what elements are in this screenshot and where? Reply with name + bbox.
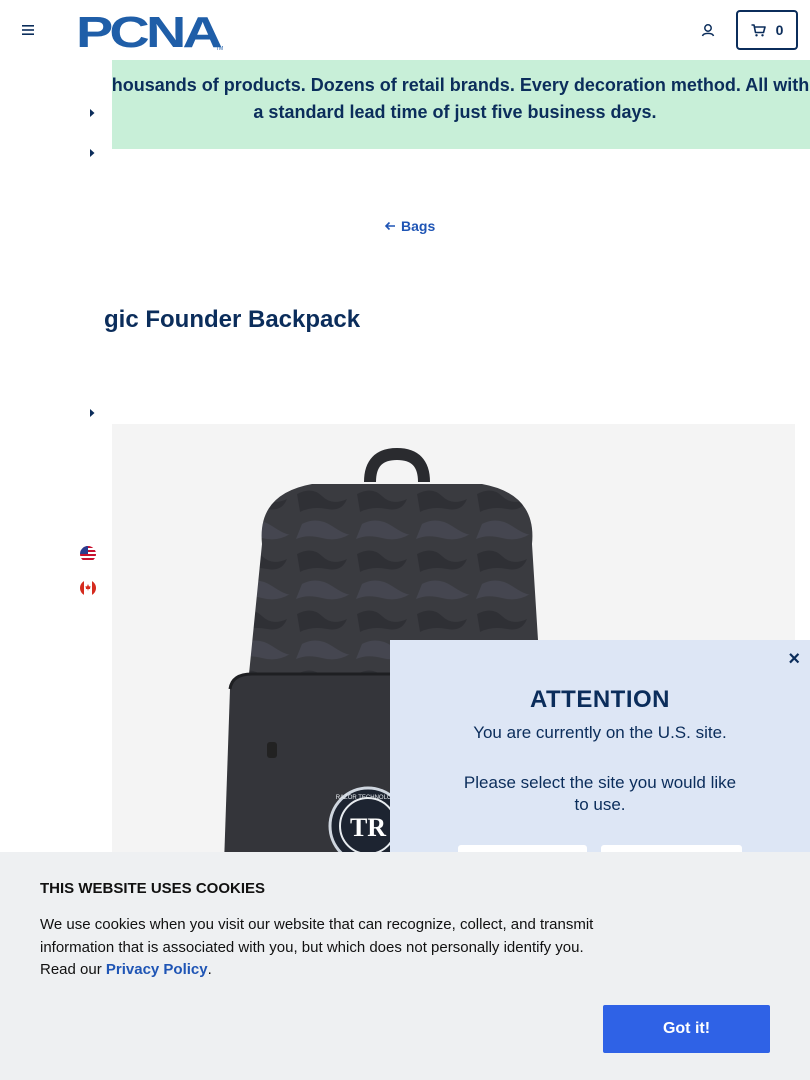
cart-count: 0	[775, 22, 784, 38]
us-flag-icon[interactable]	[80, 546, 96, 562]
account-icon	[701, 24, 715, 37]
svg-text:PCNA: PCNA	[76, 10, 222, 52]
cookie-body-end: .	[207, 961, 212, 978]
caret-right-icon[interactable]	[88, 408, 96, 418]
pcna-logo[interactable]: PCNA TM	[76, 10, 226, 52]
menu-button[interactable]	[18, 20, 38, 40]
product-title: gic Founder Backpack	[104, 306, 361, 333]
modal-message: You are currently on the U.S. site.	[473, 723, 727, 742]
account-button[interactable]	[697, 19, 719, 41]
side-nav-strip	[0, 60, 112, 852]
caret-right-icon[interactable]	[88, 108, 96, 118]
svg-text:TR: TR	[350, 813, 386, 842]
modal-title: ATTENTION	[529, 686, 671, 713]
cookie-banner: THIS WEBSITE USES COOKIES We use cookies…	[0, 852, 810, 1080]
promo-banner: Thousands of products. Dozens of retail …	[0, 60, 810, 149]
cookie-title: THIS WEBSITE USES COOKIES	[40, 880, 266, 897]
canada-flag-icon[interactable]	[80, 580, 96, 596]
cookie-accept-button[interactable]: Got it!	[603, 1005, 770, 1053]
modal-instruction: Please select the site you would like to…	[463, 773, 737, 814]
close-icon[interactable]: ×	[788, 648, 800, 671]
back-to-bags-link[interactable]: Bags	[384, 218, 435, 234]
cookie-body: We use cookies when you visit our websit…	[40, 914, 610, 982]
site-header: PCNA TM 0	[0, 0, 810, 60]
hamburger-menu-icon	[22, 25, 34, 35]
svg-text:TM: TM	[216, 46, 223, 52]
arrow-left-icon	[384, 221, 395, 231]
back-link-label: Bags	[401, 218, 436, 234]
promo-text: Thousands of products. Dozens of retail …	[100, 75, 810, 122]
region-select-modal: × ATTENTION You are currently on the U.S…	[390, 640, 810, 885]
cart-button[interactable]: 0	[736, 10, 798, 50]
caret-right-icon[interactable]	[88, 148, 96, 158]
cart-icon	[751, 23, 766, 36]
privacy-policy-link[interactable]: Privacy Policy	[106, 961, 208, 978]
